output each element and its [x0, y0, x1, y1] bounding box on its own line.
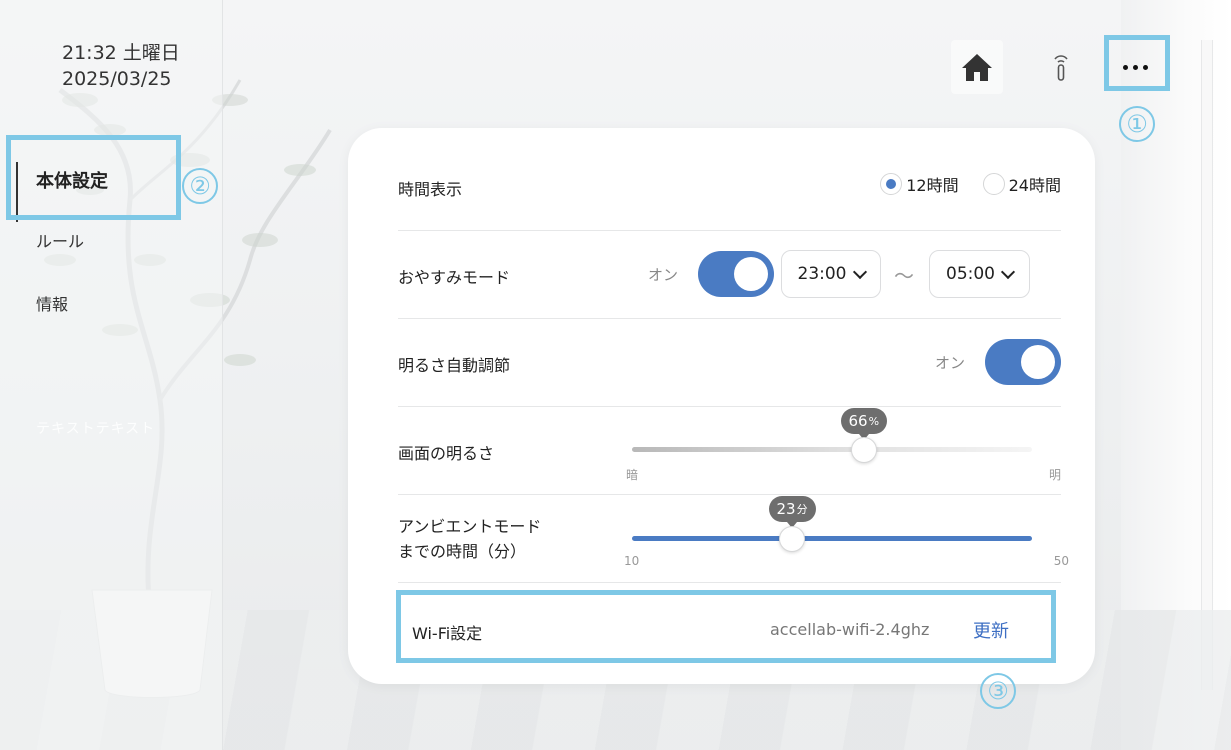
home-button[interactable] — [951, 40, 1003, 94]
clock: 21:32 土曜日 2025/03/25 — [62, 40, 180, 92]
wifi-label: Wi-Fi設定 — [412, 624, 483, 643]
more-menu-button[interactable] — [1109, 40, 1161, 94]
time-display-row: 時間表示 12時間 24時間 — [398, 142, 1061, 231]
sidebar-background — [0, 0, 223, 750]
wifi-row: Wi-Fi設定 accellab-wifi-2.4ghz 更新 — [398, 582, 1061, 670]
faint-placeholder-text: テキストテキスト — [36, 421, 156, 437]
auto-brightness-row: 明るさ自動調節 オン — [398, 318, 1061, 407]
sleep-mode-toggle[interactable] — [698, 251, 775, 297]
brightness-value: 66 — [848, 412, 868, 430]
ambient-slider-thumb[interactable] — [779, 526, 805, 552]
ambient-slider-track[interactable] — [632, 536, 1032, 541]
auto-brightness-toggle[interactable] — [985, 339, 1061, 385]
chevron-down-icon — [852, 264, 867, 279]
sleep-mode-label: おやすみモード — [398, 268, 511, 287]
auto-brightness-toggle-label: オン — [934, 353, 965, 372]
sidebar-item-main-settings[interactable]: 本体設定 — [0, 160, 180, 222]
sidebar-item-label: 情報 — [36, 295, 69, 314]
auto-brightness-label: 明るさ自動調節 — [398, 356, 511, 375]
ambient-max-label: 50 — [1053, 554, 1069, 568]
wifi-update-button[interactable]: 更新 — [973, 617, 1009, 643]
ambient-min-label: 10 — [624, 554, 640, 568]
home-icon — [962, 54, 992, 81]
sleep-start-time-value: 23:00 — [797, 264, 847, 284]
sidebar-item-label: 本体設定 — [36, 171, 108, 192]
wifi-ssid: accellab-wifi-2.4ghz — [770, 620, 930, 639]
clock-date: 2025/03/25 — [62, 68, 172, 90]
annotation-number-2: ② — [182, 168, 218, 204]
brightness-max-label: 明 — [1048, 468, 1061, 482]
radio-12-hour[interactable]: 12時間 — [880, 172, 959, 196]
ambient-unit: 分 — [796, 503, 808, 516]
sleep-mode-toggle-wrap: オン — [648, 251, 775, 297]
sidebar-item-label: ルール — [36, 232, 85, 251]
screen-brightness-label: 画面の明るさ — [398, 444, 495, 463]
radio-12-hour-label: 12時間 — [906, 176, 959, 195]
time-display-label: 時間表示 — [398, 180, 463, 199]
radio-unselected-icon — [982, 173, 1005, 195]
auto-brightness-toggle-wrap: オン — [935, 339, 1061, 385]
screen-brightness-row: 画面の明るさ 66% 暗 明 — [398, 406, 1061, 495]
window-bar — [1201, 40, 1213, 690]
brightness-min-label: 暗 — [626, 468, 639, 482]
ambient-value: 23 — [776, 500, 796, 518]
sleep-end-time-value: 05:00 — [946, 264, 995, 284]
sidebar-item-info[interactable]: 情報 — [0, 283, 180, 323]
time-range-separator: 〜 — [894, 264, 914, 288]
sleep-mode-row: おやすみモード オン 23:00 〜 05:00 — [398, 230, 1061, 319]
ambient-mode-label: アンビエントモード までの時間（分） — [398, 514, 541, 564]
annotation-number-3: ③ — [980, 673, 1016, 709]
brightness-unit: % — [868, 414, 880, 428]
brightness-slider-track[interactable] — [632, 447, 1032, 452]
ambient-mode-label-line1: アンビエントモード — [398, 517, 542, 536]
remote-button[interactable] — [1035, 40, 1087, 94]
sleep-mode-toggle-label: オン — [648, 265, 679, 284]
sleep-end-time-select[interactable]: 05:00 — [929, 250, 1030, 298]
ambient-value-bubble: 23 分 — [768, 496, 816, 528]
ambient-mode-row: アンビエントモード までの時間（分） 23 分 10 50 — [398, 494, 1069, 583]
time-format-radio-group: 12時間 24時間 — [856, 172, 1061, 196]
ambient-mode-label-line2: までの時間（分） — [398, 542, 527, 561]
annotation-number-1: ① — [1119, 106, 1155, 142]
sleep-start-time-select[interactable]: 23:00 — [781, 250, 881, 298]
radio-24-hour[interactable]: 24時間 — [982, 172, 1061, 196]
remote-icon — [1054, 55, 1068, 81]
sidebar-item-rules[interactable]: ルール — [0, 220, 180, 260]
clock-time-day: 21:32 土曜日 — [62, 42, 180, 64]
radio-24-hour-label: 24時間 — [1008, 176, 1061, 195]
settings-card: 時間表示 12時間 24時間 おやすみモード オン 23:00 〜 05:00 — [348, 128, 1095, 684]
brightness-value-bubble: 66% — [840, 408, 888, 440]
more-icon — [1122, 64, 1148, 70]
chevron-down-icon — [1000, 264, 1016, 279]
radio-selected-icon — [880, 173, 903, 195]
brightness-slider-thumb[interactable] — [851, 437, 877, 463]
